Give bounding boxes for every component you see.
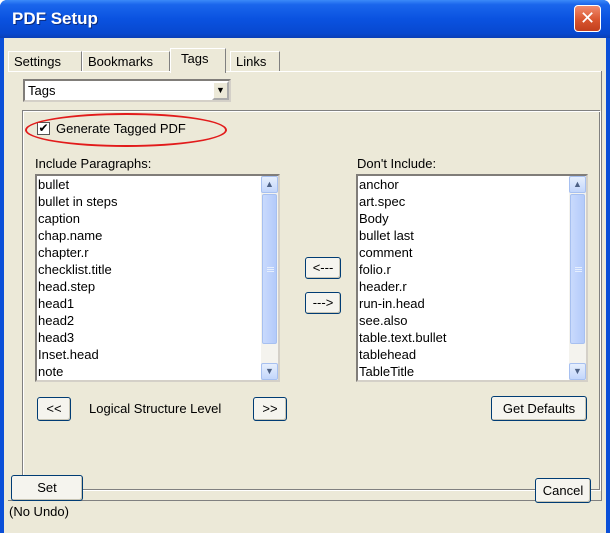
- list-item[interactable]: caption: [38, 210, 118, 227]
- move-to-include-button[interactable]: <---: [305, 257, 341, 279]
- list-item[interactable]: head2: [38, 312, 118, 329]
- list-item[interactable]: Body: [359, 210, 446, 227]
- tab-panel-top-edge: [8, 71, 602, 72]
- list-item[interactable]: TableTitle: [359, 363, 446, 380]
- tab-panel-right-edge: [601, 71, 602, 501]
- no-undo-note: (No Undo): [9, 504, 69, 519]
- grip-line: [267, 267, 274, 268]
- include-list-items: bullet bullet in steps caption chap.name…: [38, 176, 118, 380]
- list-item[interactable]: table.text.bullet: [359, 329, 446, 346]
- list-item[interactable]: note: [38, 363, 118, 380]
- tab-tags[interactable]: Tags: [170, 48, 226, 73]
- dont-include-list[interactable]: anchor art.spec Body bullet last comment…: [356, 174, 588, 382]
- list-item[interactable]: anchor: [359, 176, 446, 193]
- list-item[interactable]: chapter.r: [38, 244, 118, 261]
- tab-bookmarks[interactable]: Bookmarks: [82, 51, 170, 72]
- list-item[interactable]: run-in.head: [359, 295, 446, 312]
- chevron-down-icon[interactable]: ▼: [212, 81, 229, 100]
- list-item[interactable]: checklist.title: [38, 261, 118, 278]
- grip-line: [575, 267, 582, 268]
- dialog-client: Settings Bookmarks Tags Links Tags ▼ ✔ G…: [4, 38, 606, 533]
- include-paragraphs-list[interactable]: bullet bullet in steps caption chap.name…: [35, 174, 280, 382]
- tab-links[interactable]: Links: [230, 51, 280, 72]
- list-item[interactable]: art.spec: [359, 193, 446, 210]
- window-title: PDF Setup: [12, 9, 98, 28]
- scroll-down-icon[interactable]: ▼: [569, 363, 586, 380]
- annotation-highlight-ellipse: [25, 113, 227, 147]
- list-item[interactable]: bullet: [38, 176, 118, 193]
- list-item[interactable]: tablehead: [359, 346, 446, 363]
- level-up-button[interactable]: >>: [253, 397, 287, 421]
- grip-line: [575, 269, 582, 270]
- list-item[interactable]: folio.r: [359, 261, 446, 278]
- list-item[interactable]: see.also: [359, 312, 446, 329]
- list-item[interactable]: head1: [38, 295, 118, 312]
- list-item[interactable]: Inset.head: [38, 346, 118, 363]
- exclude-list-items: anchor art.spec Body bullet last comment…: [359, 176, 446, 380]
- include-paragraphs-label: Include Paragraphs:: [35, 156, 152, 171]
- scroll-up-icon[interactable]: ▲: [569, 176, 586, 193]
- tab-panel-bottom-edge: [8, 500, 602, 501]
- title-bar[interactable]: PDF Setup ✕: [0, 0, 610, 38]
- tab-settings[interactable]: Settings: [8, 51, 82, 72]
- logical-structure-level-label: Logical Structure Level: [89, 401, 222, 416]
- include-list-scrollbar[interactable]: ▲ ▼: [261, 176, 278, 380]
- list-item[interactable]: bullet last: [359, 227, 446, 244]
- grip-line: [267, 271, 274, 272]
- dont-include-label: Don't Include:: [357, 156, 437, 171]
- level-down-button[interactable]: <<: [37, 397, 71, 421]
- close-icon[interactable]: ✕: [574, 5, 601, 32]
- scroll-thumb[interactable]: [262, 194, 277, 344]
- tags-dropdown[interactable]: Tags ▼: [23, 79, 231, 102]
- set-button[interactable]: Set: [11, 475, 83, 501]
- tags-dropdown-value: Tags: [28, 83, 56, 98]
- list-item[interactable]: head.step: [38, 278, 118, 295]
- scroll-up-icon[interactable]: ▲: [261, 176, 278, 193]
- list-item[interactable]: comment: [359, 244, 446, 261]
- scroll-down-icon[interactable]: ▼: [261, 363, 278, 380]
- list-item[interactable]: bullet in steps: [38, 193, 118, 210]
- grip-line: [575, 271, 582, 272]
- scroll-thumb[interactable]: [570, 194, 585, 344]
- list-item[interactable]: head3: [38, 329, 118, 346]
- tab-strip: Settings Bookmarks Tags Links: [8, 48, 598, 73]
- cancel-button[interactable]: Cancel: [535, 478, 591, 503]
- get-defaults-button[interactable]: Get Defaults: [491, 396, 587, 421]
- pdf-setup-window: PDF Setup ✕ Settings Bookmarks Tags Link…: [0, 0, 610, 533]
- move-to-exclude-button[interactable]: --->: [305, 292, 341, 314]
- list-item[interactable]: chap.name: [38, 227, 118, 244]
- grip-line: [267, 269, 274, 270]
- list-item[interactable]: header.r: [359, 278, 446, 295]
- exclude-list-scrollbar[interactable]: ▲ ▼: [569, 176, 586, 380]
